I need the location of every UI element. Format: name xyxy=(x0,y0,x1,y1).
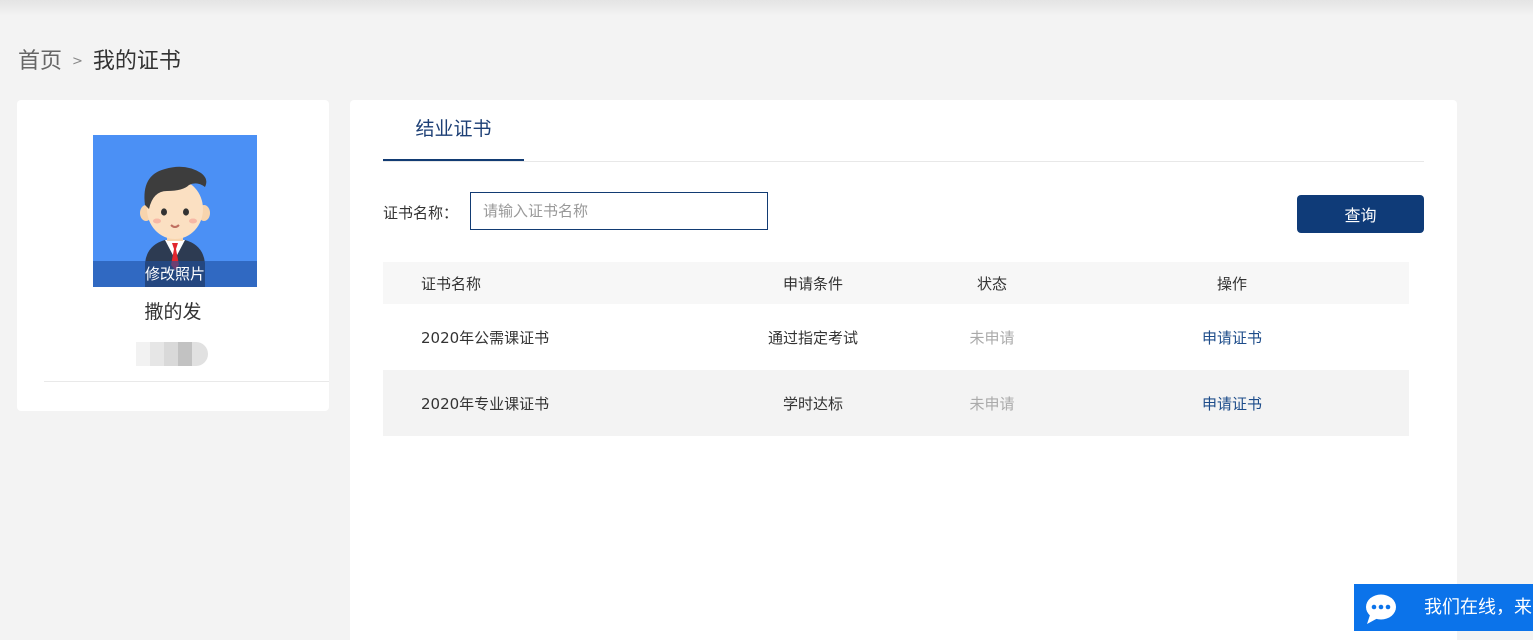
column-header-condition: 申请条件 xyxy=(782,274,843,293)
certificate-condition: 通过指定考试 xyxy=(767,328,858,347)
edit-photo-label[interactable]: 修改照片 xyxy=(93,261,257,287)
breadcrumb-home-link[interactable]: 首页 xyxy=(18,43,62,75)
search-label: 证书名称： xyxy=(383,204,459,222)
main-panel: 结业证书 证书名称： 查询 证书名称 申请条件 状态 操作 2020年公需课证书… xyxy=(350,100,1457,640)
apply-certificate-link[interactable]: 申请证书 xyxy=(1173,370,1291,436)
table-row: 2020年公需课证书 通过指定考试 未申请 申请证书 xyxy=(383,304,1409,370)
apply-certificate-link[interactable]: 申请证书 xyxy=(1173,304,1291,370)
certificate-name: 2020年专业课证书 xyxy=(421,394,550,413)
tab-bar: 结业证书 xyxy=(383,100,1424,162)
certificate-table: 证书名称 申请条件 状态 操作 2020年公需课证书 通过指定考试 未申请 申请… xyxy=(383,262,1409,436)
redacted-info xyxy=(136,342,208,366)
chat-bubble-icon xyxy=(1366,594,1396,624)
column-header-action: 操作 xyxy=(1216,274,1247,293)
avatar[interactable]: 修改照片 xyxy=(93,135,257,287)
chat-widget-text: 我们在线，来 xyxy=(1424,597,1532,618)
tab-completion-certificate[interactable]: 结业证书 xyxy=(383,100,524,161)
certificate-status: 未申请 xyxy=(969,328,1015,347)
online-chat-widget[interactable]: 我们在线，来 xyxy=(1354,584,1533,631)
certificate-status: 未申请 xyxy=(969,394,1015,413)
breadcrumb: 首页 > 我的证书 xyxy=(18,44,181,74)
certificate-name: 2020年公需课证书 xyxy=(421,328,550,347)
table-header-row: 证书名称 申请条件 状态 操作 xyxy=(383,262,1409,304)
column-header-name: 证书名称 xyxy=(421,274,482,293)
top-bar-shadow xyxy=(0,0,1533,16)
breadcrumb-current: 我的证书 xyxy=(92,49,181,74)
breadcrumb-separator: > xyxy=(72,53,83,69)
query-button[interactable]: 查询 xyxy=(1297,195,1424,233)
profile-divider xyxy=(44,381,329,382)
profile-card: 修改照片 撒的发 xyxy=(17,100,329,411)
profile-name: 撒的发 xyxy=(144,301,202,323)
column-header-status: 状态 xyxy=(976,274,1007,293)
table-row: 2020年专业课证书 学时达标 未申请 申请证书 xyxy=(383,370,1409,436)
certificate-name-input[interactable] xyxy=(470,192,768,230)
certificate-condition: 学时达标 xyxy=(782,394,843,413)
